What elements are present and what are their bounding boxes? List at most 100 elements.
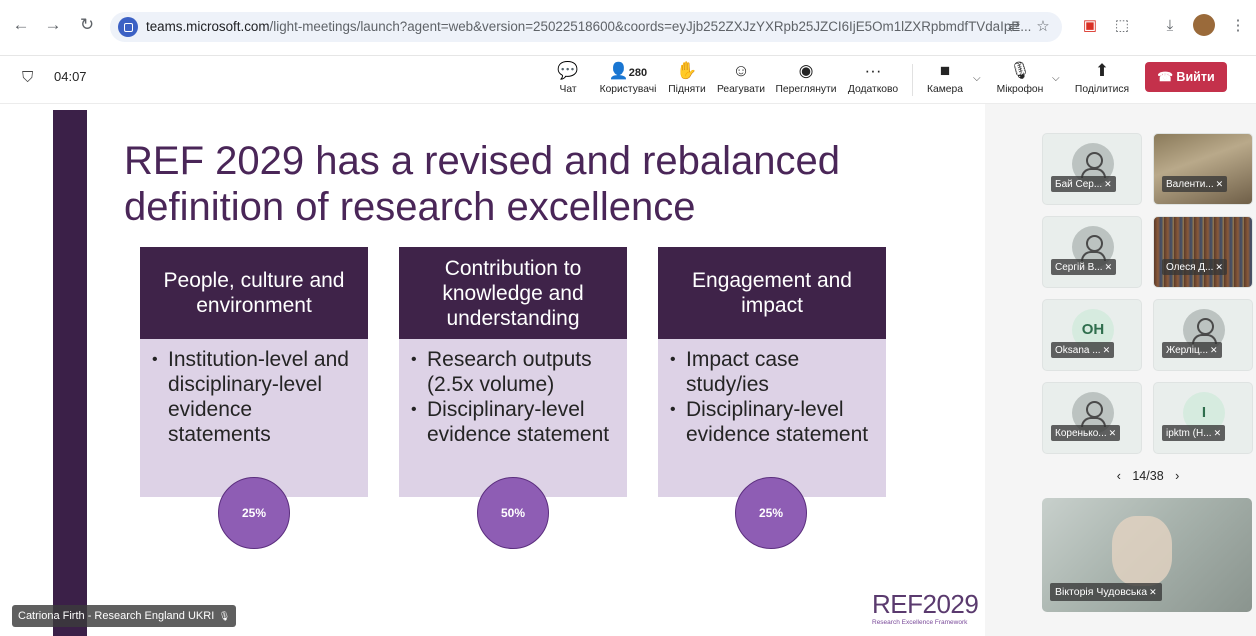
ref-logo: REF2029 Research Excellence Framework <box>872 589 982 626</box>
back-icon[interactable]: ← <box>10 14 32 36</box>
pdf-extension-icon[interactable]: ▣ <box>1080 16 1100 36</box>
raise-hand-button[interactable]: ✋ Підняти <box>666 59 708 101</box>
camera-options-chevron-icon[interactable]: ⌵ <box>973 73 981 84</box>
camera-button[interactable]: ■ Камера <box>925 59 965 101</box>
download-icon[interactable]: ⤓ <box>1160 16 1180 36</box>
column-heading: Contribution to knowledge and understand… <box>399 247 627 339</box>
participant-name-label: Сергій В... ✕ <box>1051 259 1117 275</box>
participant-tile[interactable]: Коренько... ✕ <box>1042 382 1142 454</box>
microphone-label: Мікрофон <box>996 84 1044 95</box>
view-icon: ◉ <box>798 61 814 80</box>
prev-page-chevron-icon[interactable]: ‹ <box>1117 468 1121 484</box>
people-icon: 👤 <box>608 63 629 80</box>
hang-up-icon: ☎ <box>1157 70 1177 84</box>
slide-title: REF 2029 has a revised and rebalanced de… <box>124 139 841 229</box>
mic-icon: 🎙 <box>216 611 231 621</box>
self-view-name: Вікторія Чудовська <box>1055 586 1148 598</box>
react-label: Реагувати <box>716 84 766 95</box>
camera-icon: ■ <box>939 61 951 80</box>
participant-name: Жерліц... <box>1166 345 1209 356</box>
participant-name-label: Коренько... ✕ <box>1051 425 1121 441</box>
mic-off-icon: 🎙 <box>1009 61 1031 80</box>
view-button[interactable]: ◉ Переглянути <box>773 59 839 101</box>
slide-column-contribution: Contribution to knowledge and understand… <box>399 247 627 497</box>
participant-name: ipktm (H... <box>1166 428 1212 439</box>
microphone-button[interactable]: 🎙 Мікрофон <box>992 59 1048 101</box>
raise-hand-icon: ✋ <box>676 61 698 80</box>
participant-name-label: ipktm (H... ✕ <box>1162 425 1226 441</box>
ref-logo-text: REF2029 <box>872 589 979 619</box>
mic-off-icon: ✕ <box>1104 262 1113 272</box>
participant-name-label: Бай Сер... ✕ <box>1051 176 1116 192</box>
participants-button[interactable]: 👤280 Користувачі <box>596 59 660 101</box>
extensions-icon[interactable]: ⬚ <box>1112 16 1132 36</box>
share-button[interactable]: ⬆ Поділитися <box>1073 59 1131 101</box>
mic-off-icon: ✕ <box>1213 428 1222 438</box>
more-dots-icon: ··· <box>864 61 882 80</box>
participant-tile[interactable]: OH Oksana ... ✕ <box>1042 299 1142 371</box>
more-button[interactable]: ··· Додатково <box>845 59 901 101</box>
forward-icon[interactable]: → <box>42 14 64 36</box>
participant-name-label: Валенти... ✕ <box>1162 176 1228 192</box>
mic-off-icon: ✕ <box>1215 179 1224 189</box>
participant-name: Валенти... <box>1166 179 1214 190</box>
self-view-video[interactable]: Вікторія Чудовська ✕ <box>1042 498 1252 612</box>
url-domain: teams.microsoft.com <box>146 19 270 34</box>
weight-circle-engagement: 25% <box>735 477 807 549</box>
smiley-icon: ☺ <box>732 61 750 80</box>
next-page-chevron-icon[interactable]: › <box>1175 468 1179 484</box>
url-text[interactable]: teams.microsoft.com/light-meetings/launc… <box>146 12 1031 42</box>
chat-button[interactable]: 💬 Чат <box>553 59 583 101</box>
react-button[interactable]: ☺ Реагувати <box>716 59 766 101</box>
profile-avatar[interactable] <box>1193 14 1215 36</box>
speaker-name: Catriona Firth - Research England UKRI <box>18 610 215 622</box>
participant-tile[interactable]: I ipktm (H... ✕ <box>1153 382 1253 454</box>
address-bar[interactable]: teams.microsoft.com/light-meetings/launc… <box>110 12 1062 42</box>
column-body: Institution-level and disciplinary-level… <box>140 339 368 497</box>
column-bullet: Research outputs (2.5x volume) <box>409 347 619 397</box>
chat-icon: 💬 <box>557 61 579 80</box>
camera-label: Камера <box>927 84 963 95</box>
participant-tile[interactable]: Валенти... ✕ <box>1153 133 1253 205</box>
weight-circle-people: 25% <box>218 477 290 549</box>
mic-off-icon: ✕ <box>1104 179 1112 189</box>
url-path: /light-meetings/launch?agent=web&version… <box>269 19 1032 34</box>
column-bullet: Institution-level and disciplinary-level… <box>150 347 360 447</box>
shared-slide: REF 2029 has a revised and rebalanced de… <box>0 104 985 636</box>
view-label: Переглянути <box>775 84 837 95</box>
leave-label: Вийти <box>1176 70 1215 84</box>
participant-name-label: Жерліц... ✕ <box>1162 342 1222 358</box>
slide-accent-bar <box>53 110 87 636</box>
column-heading: Engagement and impact <box>658 247 886 339</box>
mic-off-icon: ✕ <box>1102 345 1111 355</box>
translate-icon[interactable]: ⇄ <box>1005 18 1023 36</box>
participants-count: 280 <box>628 67 648 79</box>
participants-label: Користувачі <box>599 84 657 95</box>
mic-off-icon: ✕ <box>1215 262 1223 272</box>
teams-site-icon <box>118 17 138 37</box>
participant-tile[interactable]: Олеся Д... ✕ <box>1153 216 1253 288</box>
participant-name: Сергій В... <box>1055 262 1103 273</box>
toolbar-divider <box>912 64 913 96</box>
participant-name: Коренько... <box>1055 428 1107 439</box>
leave-button[interactable]: ☎ Вийти <box>1145 62 1227 92</box>
browser-menu-icon[interactable]: ⋮ <box>1228 16 1248 36</box>
mic-options-chevron-icon[interactable]: ⌵ <box>1052 73 1060 84</box>
reload-icon[interactable]: ↻ <box>76 14 98 36</box>
self-view-name-label: Вікторія Чудовська ✕ <box>1050 583 1162 601</box>
participant-name: Бай Сер... <box>1055 179 1103 190</box>
speaker-name-label: Catriona Firth - Research England UKRI 🎙 <box>12 605 237 627</box>
weight-circle-contribution: 50% <box>477 477 549 549</box>
participants-pager: ‹ 14/38 › <box>1108 468 1188 484</box>
mic-off-icon: ✕ <box>1108 428 1117 438</box>
participant-name: Олеся Д... <box>1166 262 1214 273</box>
column-body: Impact case study/ies Disciplinary-level… <box>658 339 886 497</box>
participant-tile[interactable]: Бай Сер... ✕ <box>1042 133 1142 205</box>
column-heading: People, culture and environment <box>140 247 368 339</box>
participant-tile[interactable]: Сергій В... ✕ <box>1042 216 1142 288</box>
column-bullet: Impact case study/ies <box>668 347 878 397</box>
chat-label: Чат <box>559 84 577 95</box>
participant-tile[interactable]: Жерліц... ✕ <box>1153 299 1253 371</box>
bookmark-star-icon[interactable]: ☆ <box>1034 18 1052 36</box>
meeting-stage: REF 2029 has a revised and rebalanced de… <box>0 104 1256 636</box>
